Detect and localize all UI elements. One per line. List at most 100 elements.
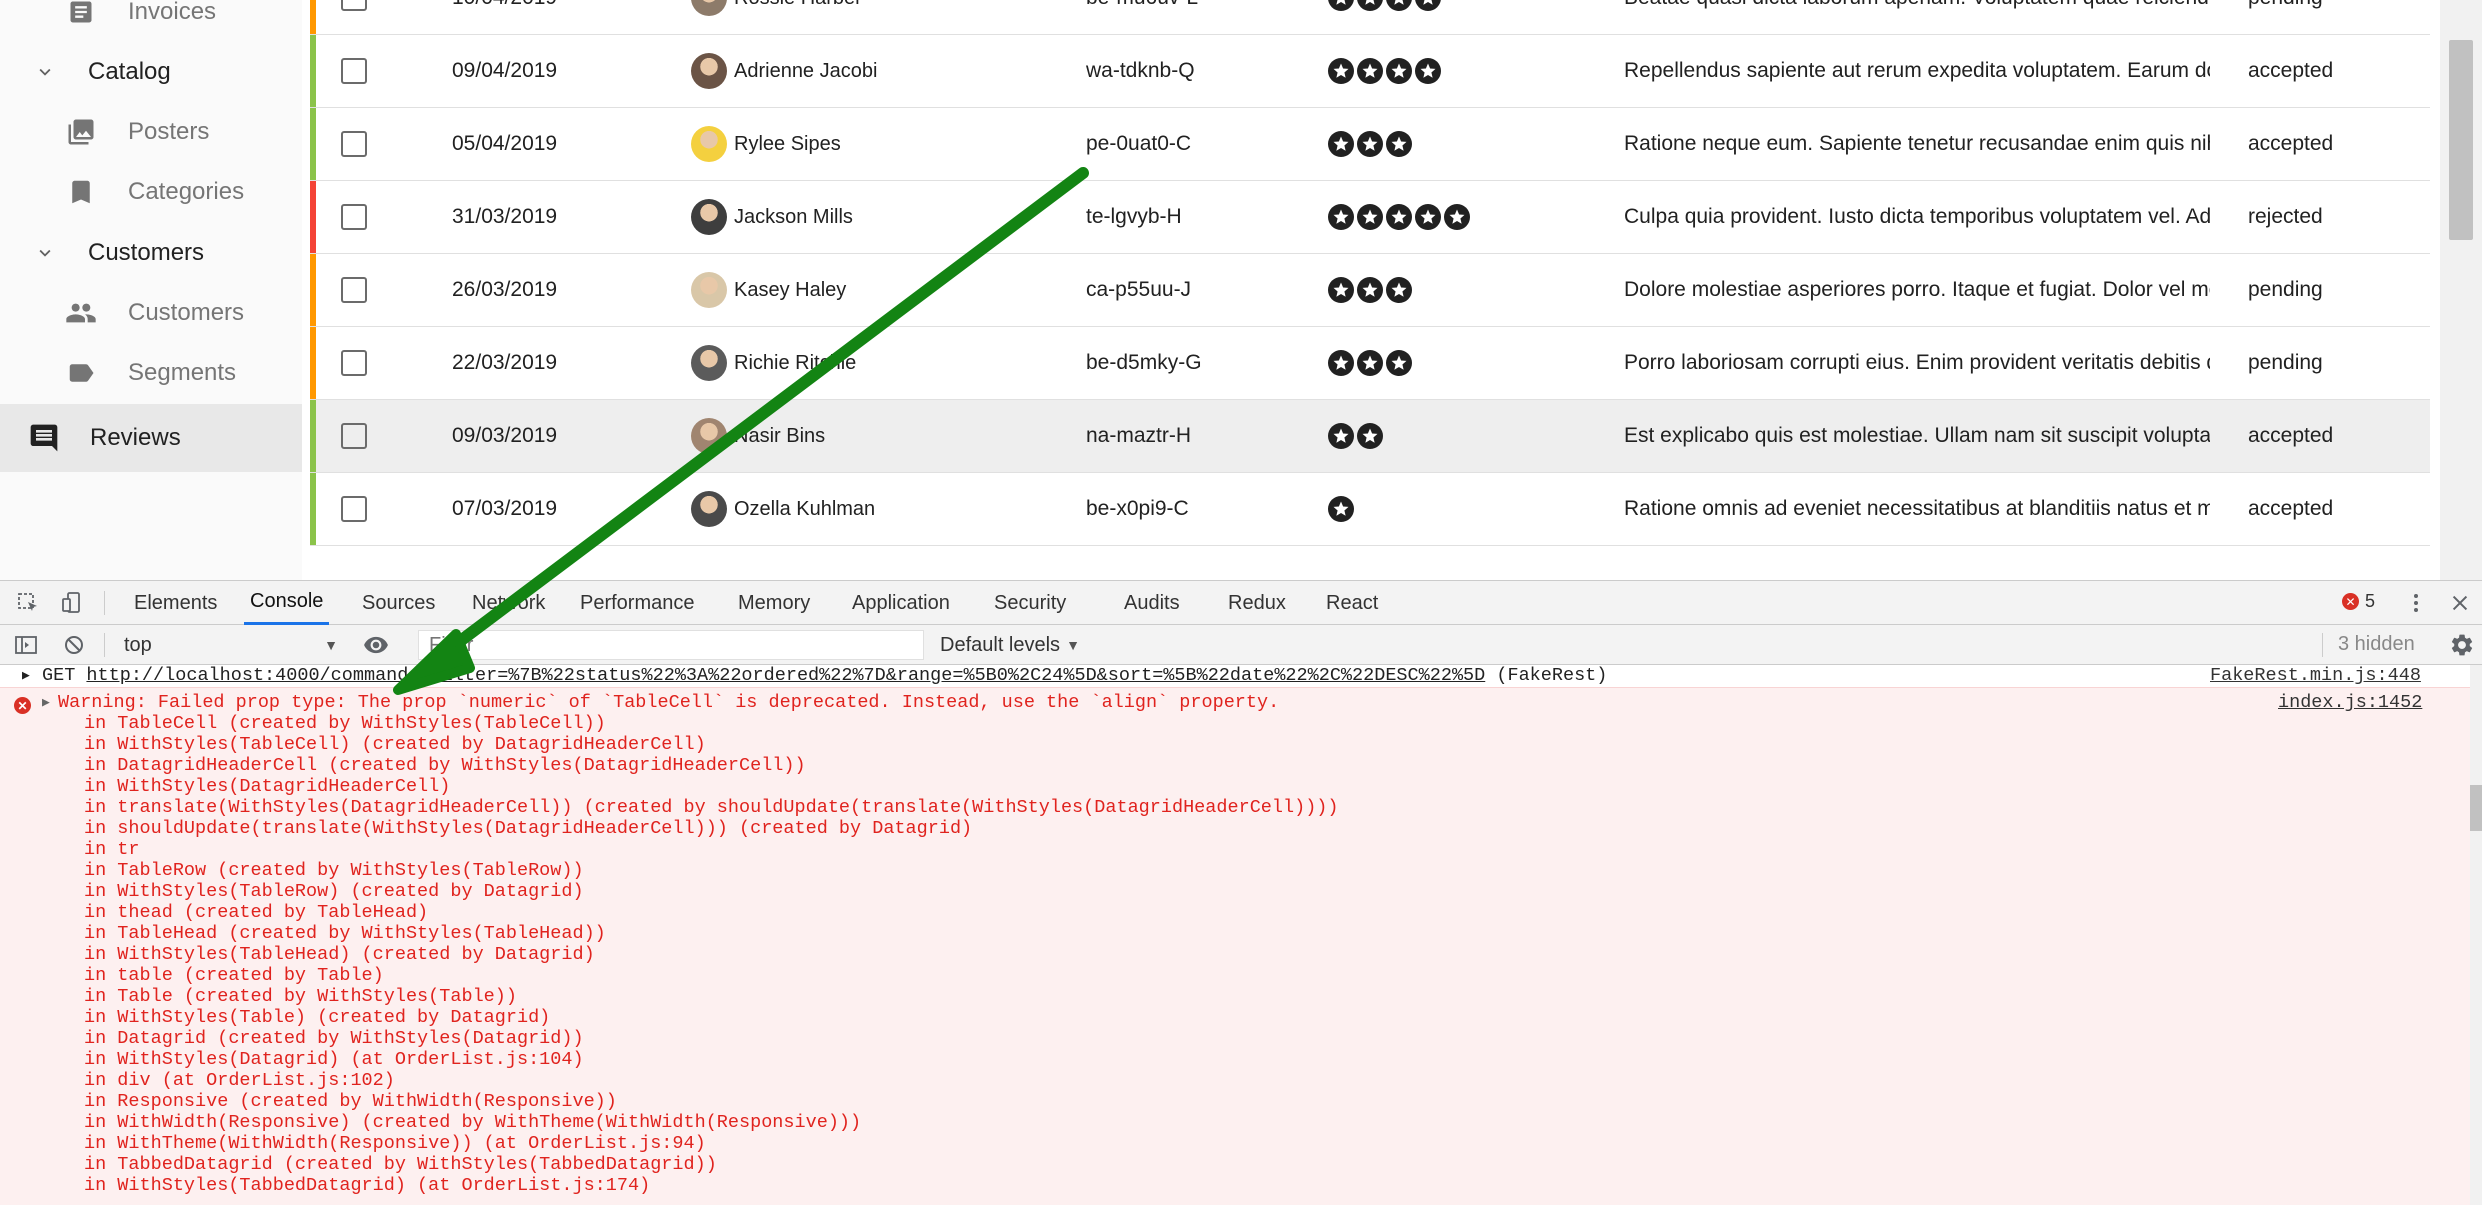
invoice-icon <box>64 0 98 29</box>
log-levels-dropdown[interactable]: Default levels ▼ <box>940 631 1080 659</box>
console-network-message[interactable]: ▶ GET http://localhost:4000/commands?fil… <box>0 665 2470 687</box>
order-reference-link[interactable]: te-lgvyb-H <box>1086 205 1182 229</box>
tab-redux[interactable]: Redux <box>1222 581 1292 625</box>
error-counter[interactable]: ✕ 5 <box>2342 591 2375 612</box>
sidebar-item-posters[interactable]: Posters <box>0 102 302 162</box>
row-checkbox[interactable] <box>341 277 367 303</box>
table-row[interactable]: 09/03/2019 Nasir Bins na-maztr-H Est explic… <box>310 400 2430 473</box>
row-checkbox[interactable] <box>341 496 367 522</box>
expand-arrow-icon[interactable]: ▶ <box>42 692 50 713</box>
tab-performance[interactable]: Performance <box>574 581 701 625</box>
tab-react[interactable]: React <box>1320 581 1384 625</box>
row-checkbox[interactable] <box>341 131 367 157</box>
error-icon: ✕ <box>2342 593 2359 610</box>
table-row[interactable]: 22/03/2019 Richie Ritchie be-d5mky-G Porro … <box>310 327 2430 400</box>
tab-elements[interactable]: Elements <box>128 581 223 625</box>
customer-name-link[interactable]: Nasir Bins <box>734 425 825 448</box>
expand-arrow-icon[interactable]: ▶ <box>22 665 30 687</box>
row-checkbox[interactable] <box>341 204 367 230</box>
sidebar-toggle-icon[interactable] <box>12 631 40 659</box>
status-color-bar <box>310 254 316 326</box>
device-toolbar-icon[interactable] <box>58 589 86 617</box>
gear-icon[interactable] <box>2448 631 2476 659</box>
tab-audits[interactable]: Audits <box>1118 581 1186 625</box>
customer-name-link[interactable]: Jackson Mills <box>734 206 853 229</box>
order-reference-link[interactable]: ca-p55uu-J <box>1086 278 1191 302</box>
sidebar-item-invoices[interactable]: Invoices <box>0 0 302 42</box>
inspect-element-icon[interactable] <box>14 589 42 617</box>
console-error-message[interactable]: ✕ ▶ Warning: Failed prop type: The prop … <box>0 687 2470 1205</box>
order-reference-link[interactable]: be-d5mky-G <box>1086 351 1202 375</box>
stack-trace-line: in WithStyles(TableHead) (created by Dat… <box>84 944 595 965</box>
order-reference-link[interactable]: be-x0pi9-C <box>1086 497 1189 521</box>
stack-trace-line: in TableRow (created by WithStyles(Table… <box>84 860 584 881</box>
review-comment: Ratione omnis ad eveniet necessitatibus … <box>1624 497 2210 520</box>
review-comment: Est explicabo quis est molestiae. Ullam … <box>1624 424 2210 447</box>
message-source-link[interactable]: FakeRest.min.js:448 <box>2210 665 2421 687</box>
sidebar-item-categories[interactable]: Categories <box>0 162 302 222</box>
sidebar-item-reviews[interactable]: Reviews <box>0 404 302 472</box>
order-reference-link[interactable]: wa-tdknb-Q <box>1086 59 1195 83</box>
customer-name-link[interactable]: Rossie Harber <box>734 0 862 10</box>
error-source-link[interactable]: index.js:1452 <box>2278 692 2422 713</box>
customer-name-link[interactable]: Adrienne Jacobi <box>734 60 877 83</box>
table-row[interactable]: 10/04/2019 Rossie Harber be-mu6uv-L Beatae … <box>310 0 2430 35</box>
more-options-icon[interactable] <box>2402 589 2430 617</box>
scrollbar-thumb[interactable] <box>2449 40 2473 240</box>
sidebar-item-label: Segments <box>128 359 237 386</box>
status-text: accepted <box>2248 424 2334 447</box>
tab-memory[interactable]: Memory <box>732 581 816 625</box>
star-icon <box>1328 496 1354 522</box>
row-checkbox[interactable] <box>341 423 367 449</box>
close-icon[interactable] <box>2446 589 2474 617</box>
clear-console-icon[interactable] <box>60 631 88 659</box>
customer-name-link[interactable]: Kasey Haley <box>734 279 846 302</box>
request-url[interactable]: http://localhost:4000/commands?filter=%7… <box>86 665 1485 686</box>
order-reference-link[interactable]: be-mu6uv-L <box>1086 0 1198 10</box>
review-comment: Ratione neque eum. Sapiente tenetur recu… <box>1624 132 2210 155</box>
sidebar-group-customers[interactable]: Customers <box>0 223 302 283</box>
tab-network[interactable]: Network <box>466 581 551 625</box>
tab-application[interactable]: Application <box>846 581 956 625</box>
order-reference-link[interactable]: na-maztr-H <box>1086 424 1191 448</box>
page-scrollbar[interactable] <box>2440 0 2482 580</box>
console-filter-input[interactable] <box>418 630 924 660</box>
context-selector[interactable]: top ▼ <box>120 631 342 659</box>
customer-name-link[interactable]: Richie Ritchie <box>734 352 856 375</box>
console-scrollbar[interactable] <box>2470 665 2482 1205</box>
row-checkbox[interactable] <box>341 58 367 84</box>
status-color-bar <box>310 35 316 107</box>
table-row[interactable]: 26/03/2019 Kasey Haley ca-p55uu-J Dolore mo… <box>310 254 2430 327</box>
people-icon <box>64 296 98 330</box>
review-date: 22/03/2019 <box>452 351 558 374</box>
scrollbar-thumb[interactable] <box>2470 785 2482 831</box>
row-checkbox[interactable] <box>341 0 367 11</box>
sidebar-group-catalog[interactable]: Catalog <box>0 42 302 102</box>
error-text: Warning: Failed prop type: The prop `num… <box>58 692 1280 713</box>
sidebar-item-label: Customers <box>128 299 245 326</box>
sidebar-item-customers[interactable]: Customers <box>0 283 302 343</box>
table-row[interactable]: 07/03/2019 Ozella Kuhlman be-x0pi9-C Ration… <box>310 473 2430 546</box>
review-date: 07/03/2019 <box>452 497 558 520</box>
customer-name-link[interactable]: Rylee Sipes <box>734 133 841 156</box>
tab-security[interactable]: Security <box>988 581 1072 625</box>
rating-stars <box>1328 204 1470 230</box>
label-icon <box>64 356 98 390</box>
table-row[interactable]: 09/04/2019 Adrienne Jacobi wa-tdknb-Q Repel… <box>310 35 2430 108</box>
status-color-bar <box>310 327 316 399</box>
table-row[interactable]: 31/03/2019 Jackson Mills te-lgvyb-H Culpa q… <box>310 181 2430 254</box>
tab-console[interactable]: Console <box>244 581 330 625</box>
avatar <box>691 0 727 16</box>
star-icon <box>1357 350 1383 376</box>
table-row[interactable]: 05/04/2019 Rylee Sipes pe-0uat0-C Ratione n… <box>310 108 2430 181</box>
error-count: 5 <box>2365 591 2376 611</box>
row-checkbox[interactable] <box>341 350 367 376</box>
review-date: 10/04/2019 <box>452 0 557 10</box>
context-value: top <box>124 633 152 656</box>
eye-icon[interactable] <box>362 631 390 659</box>
customer-name-link[interactable]: Ozella Kuhlman <box>734 498 875 521</box>
sidebar-item-label: Categories <box>128 178 245 205</box>
sidebar-item-segments[interactable]: Segments <box>0 343 302 403</box>
tab-sources[interactable]: Sources <box>356 581 441 625</box>
order-reference-link[interactable]: pe-0uat0-C <box>1086 132 1191 156</box>
